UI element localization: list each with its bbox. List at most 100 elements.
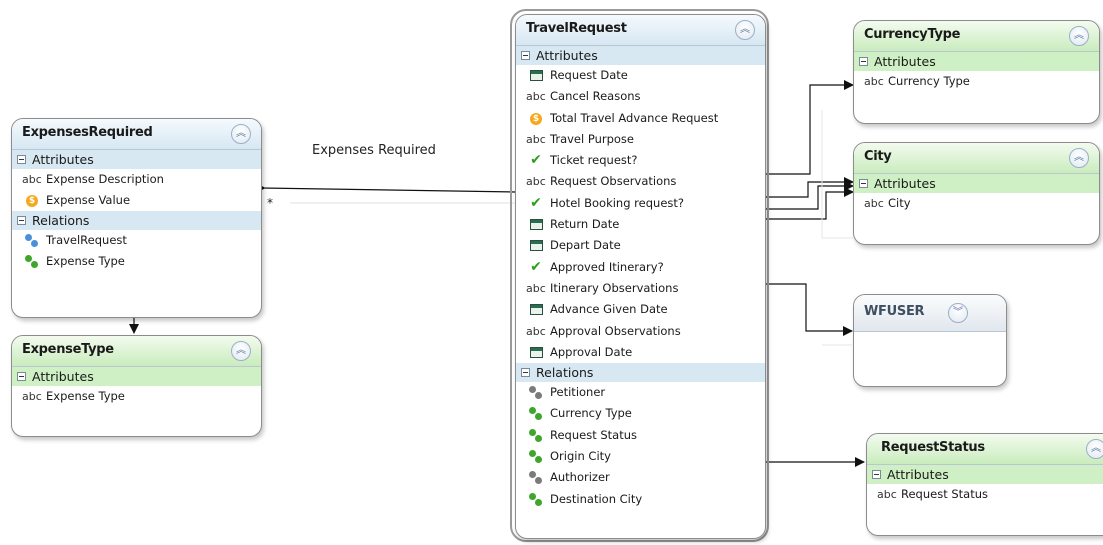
collapse-section-icon[interactable] xyxy=(872,470,881,479)
collapse-section-icon[interactable] xyxy=(521,51,530,60)
attribute-row[interactable]: ✔ Approved Itinerary? xyxy=(516,257,765,278)
attributes-section-header[interactable]: Attributes xyxy=(12,150,261,169)
date-icon xyxy=(530,240,543,252)
attribute-row[interactable]: abc Request Observations xyxy=(516,171,765,192)
connector-origin-city xyxy=(762,177,854,198)
collapse-icon[interactable]: ︽ xyxy=(1069,26,1089,46)
row-label: Itinerary Observations xyxy=(550,280,679,295)
attribute-row[interactable]: $ Total Travel Advance Request xyxy=(516,108,765,129)
abc-icon: abc xyxy=(864,75,884,88)
relation-row[interactable]: Destination City xyxy=(516,489,765,510)
section-label: Attributes xyxy=(874,176,936,191)
entity-header[interactable]: ExpensesRequired ︽ xyxy=(12,119,261,150)
relation-row[interactable]: Authorizer xyxy=(516,467,765,488)
connector-wfuser xyxy=(762,283,853,336)
date-icon xyxy=(530,304,543,316)
expand-icon[interactable]: ︾ xyxy=(948,303,968,323)
entity-header[interactable]: CurrencyType ︽ xyxy=(854,21,1099,52)
relation-row[interactable]: Origin City xyxy=(516,446,765,467)
row-label: Approved Itinerary? xyxy=(550,259,664,274)
row-label: Currency Type xyxy=(550,406,632,421)
row-label: Travel Purpose xyxy=(550,131,634,146)
entity-expenses-required[interactable]: ExpensesRequired ︽ Attributes abc Expense… xyxy=(11,118,262,318)
attribute-row[interactable]: abc Cancel Reasons xyxy=(516,86,765,107)
attributes-section-header[interactable]: Attributes xyxy=(867,465,1103,484)
connector-currency-type xyxy=(762,80,854,175)
attribute-row[interactable]: $ Expense Value xyxy=(12,190,261,211)
attributes-section-header[interactable]: Attributes xyxy=(516,46,765,65)
attribute-row[interactable]: abc Approval Observations xyxy=(516,321,765,342)
entity-expense-type[interactable]: ExpenseType ︽ Attributes abc Expense Type xyxy=(11,335,262,437)
row-label: Approval Observations xyxy=(550,323,681,338)
attribute-row[interactable]: Approval Date xyxy=(516,342,765,363)
entity-header[interactable]: City ︽ xyxy=(854,143,1099,174)
row-label: Total Travel Advance Request xyxy=(550,110,719,125)
row-label: Expense Description xyxy=(46,172,164,186)
row-label: Depart Date xyxy=(550,238,621,253)
entity-request-status[interactable]: RequestStatus ︽ Attributes abc Request St… xyxy=(866,433,1103,536)
attribute-row[interactable]: Advance Given Date xyxy=(516,299,765,320)
entity-title: TravelRequest xyxy=(526,21,627,36)
relation-row[interactable]: TravelRequest xyxy=(12,230,261,251)
entity-travel-request[interactable]: TravelRequest ︽ Attributes Request Date a… xyxy=(515,14,766,539)
attribute-row[interactable]: Depart Date xyxy=(516,235,765,256)
relation-row[interactable]: Expense Type xyxy=(12,251,261,272)
attribute-row[interactable]: abc Travel Purpose xyxy=(516,129,765,150)
connector-label-expenses-required: Expenses Required xyxy=(312,143,436,158)
collapse-section-icon[interactable] xyxy=(859,57,868,66)
relation-green-icon xyxy=(529,492,543,507)
entity-header[interactable]: WFUSER ︾ xyxy=(854,295,1006,332)
relation-row[interactable]: Request Status xyxy=(516,425,765,446)
relation-green-icon xyxy=(529,407,543,421)
relation-green-icon xyxy=(529,428,543,443)
entity-title: WFUSER xyxy=(864,304,925,319)
attributes-section-header[interactable]: Attributes xyxy=(854,174,1099,193)
collapse-icon[interactable]: ︽ xyxy=(735,20,755,40)
collapse-section-icon[interactable] xyxy=(17,372,26,381)
entity-header[interactable]: TravelRequest ︽ xyxy=(516,15,765,46)
attribute-row[interactable]: abc Expense Description xyxy=(12,169,261,190)
collapse-icon[interactable]: ︽ xyxy=(231,341,251,361)
attribute-row[interactable]: abc Expense Type xyxy=(12,386,261,407)
entity-header[interactable]: RequestStatus ︽ xyxy=(867,434,1103,465)
collapse-section-icon[interactable] xyxy=(859,179,868,188)
date-icon xyxy=(530,219,543,231)
attribute-row[interactable]: Request Date xyxy=(516,65,765,86)
entity-wfuser[interactable]: WFUSER ︾ xyxy=(853,294,1007,387)
relation-row[interactable]: Currency Type xyxy=(516,403,765,424)
attribute-row[interactable]: Return Date xyxy=(516,214,765,235)
attributes-section-header[interactable]: Attributes xyxy=(12,367,261,386)
relations-section-header[interactable]: Relations xyxy=(516,363,765,383)
row-label: Expense Type xyxy=(46,389,125,403)
row-label: Destination City xyxy=(550,491,643,506)
collapse-section-icon[interactable] xyxy=(17,216,26,225)
collapse-section-icon[interactable] xyxy=(17,155,26,164)
collapse-section-icon[interactable] xyxy=(521,368,530,378)
row-label: City xyxy=(888,196,911,210)
relation-blue-icon xyxy=(25,234,39,248)
collapse-icon[interactable]: ︽ xyxy=(231,124,251,144)
collapse-icon[interactable]: ︽ xyxy=(1069,148,1089,168)
attribute-row[interactable]: ✔ Ticket request? xyxy=(516,150,765,171)
attribute-list: Request Date abc Cancel Reasons $ Total Trav… xyxy=(516,65,765,363)
connector-multiplicity-star: * xyxy=(267,196,273,210)
section-label: Attributes xyxy=(874,54,936,69)
entity-currency-type[interactable]: CurrencyType ︽ Attributes abc Currency Ty… xyxy=(853,20,1100,124)
attribute-row[interactable]: ✔ Hotel Booking request? xyxy=(516,193,765,214)
relation-gray-icon xyxy=(529,386,543,400)
row-label: TravelRequest xyxy=(46,233,127,247)
attributes-section-header[interactable]: Attributes xyxy=(854,52,1099,71)
attribute-row[interactable]: abc Currency Type xyxy=(854,71,1099,92)
attribute-row[interactable]: abc Itinerary Observations xyxy=(516,278,765,299)
entity-city[interactable]: City ︽ Attributes abc City xyxy=(853,142,1100,245)
attribute-row[interactable]: abc City xyxy=(854,193,1099,214)
relations-section-header[interactable]: Relations xyxy=(12,211,261,230)
row-label: Request Status xyxy=(550,427,638,442)
entity-header[interactable]: ExpenseType ︽ xyxy=(12,336,261,367)
connector-destination-city xyxy=(762,181,854,210)
attribute-row[interactable]: abc Request Status xyxy=(867,484,1103,505)
section-label: Attributes xyxy=(536,48,598,63)
collapse-icon[interactable]: ︽ xyxy=(1086,439,1103,459)
row-label: Cancel Reasons xyxy=(550,89,641,104)
relation-row[interactable]: Petitioner xyxy=(516,382,765,403)
